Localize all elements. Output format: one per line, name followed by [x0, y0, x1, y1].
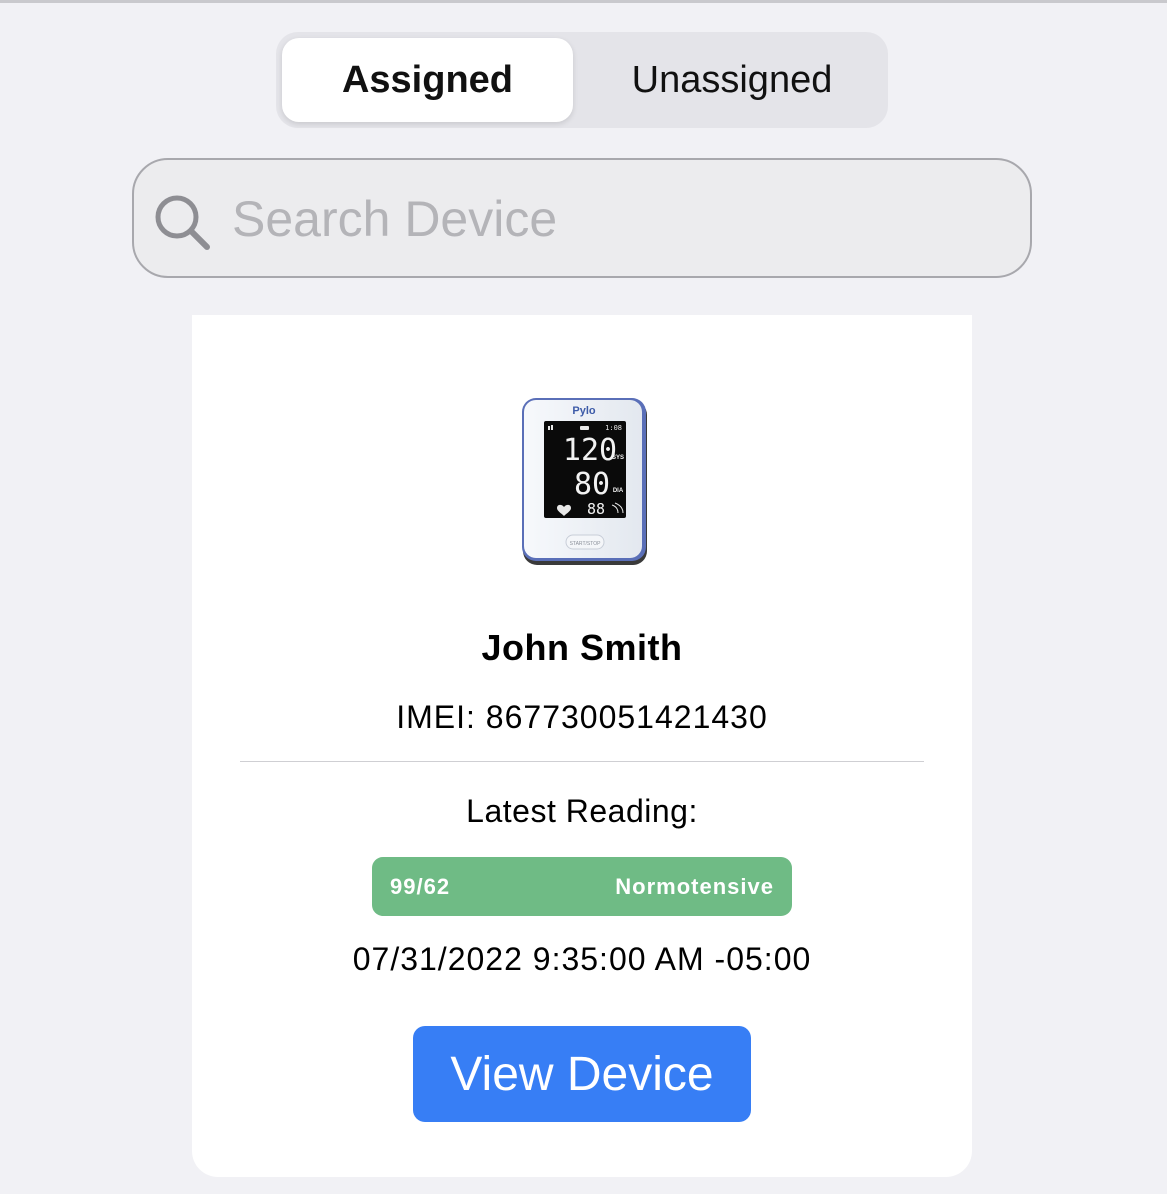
search-icon — [155, 195, 210, 250]
latest-reading-label: Latest Reading: — [466, 793, 698, 829]
device-imei: IMEI: 867730051421430 — [396, 699, 768, 735]
svg-text:80: 80 — [574, 467, 610, 502]
svg-text:88: 88 — [587, 500, 605, 518]
reading-value: 99/62 — [390, 874, 451, 899]
reading-status-badge: 99/62 Normotensive — [372, 857, 792, 916]
segment-unassigned[interactable]: Unassigned — [582, 38, 882, 122]
card-divider — [240, 761, 924, 762]
svg-text:SYS: SYS — [612, 455, 624, 461]
device-card: Pylo 1:08 120 SYS 80 DIA 88 START/STOP J… — [192, 315, 972, 1177]
view-device-button[interactable]: View Device — [413, 1026, 751, 1122]
reading-timestamp: 07/31/2022 9:35:00 AM -05:00 — [352, 941, 812, 977]
search-input[interactable] — [230, 182, 994, 256]
svg-text:1:08: 1:08 — [605, 424, 622, 432]
device-brand-logo: Pylo — [572, 405, 596, 417]
assignment-segmented-control: Assigned Unassigned — [276, 32, 888, 128]
reading-status: Normotensive — [615, 874, 774, 899]
svg-text:START/STOP: START/STOP — [570, 541, 602, 547]
svg-text:120: 120 — [563, 433, 617, 468]
patient-name: John Smith — [481, 627, 683, 668]
segment-assigned[interactable]: Assigned — [282, 38, 573, 122]
blood-pressure-monitor-image: Pylo 1:08 120 SYS 80 DIA 88 START/STOP — [522, 398, 647, 565]
search-bar — [132, 158, 1032, 278]
top-divider — [0, 0, 1167, 3]
svg-text:DIA: DIA — [613, 488, 624, 494]
